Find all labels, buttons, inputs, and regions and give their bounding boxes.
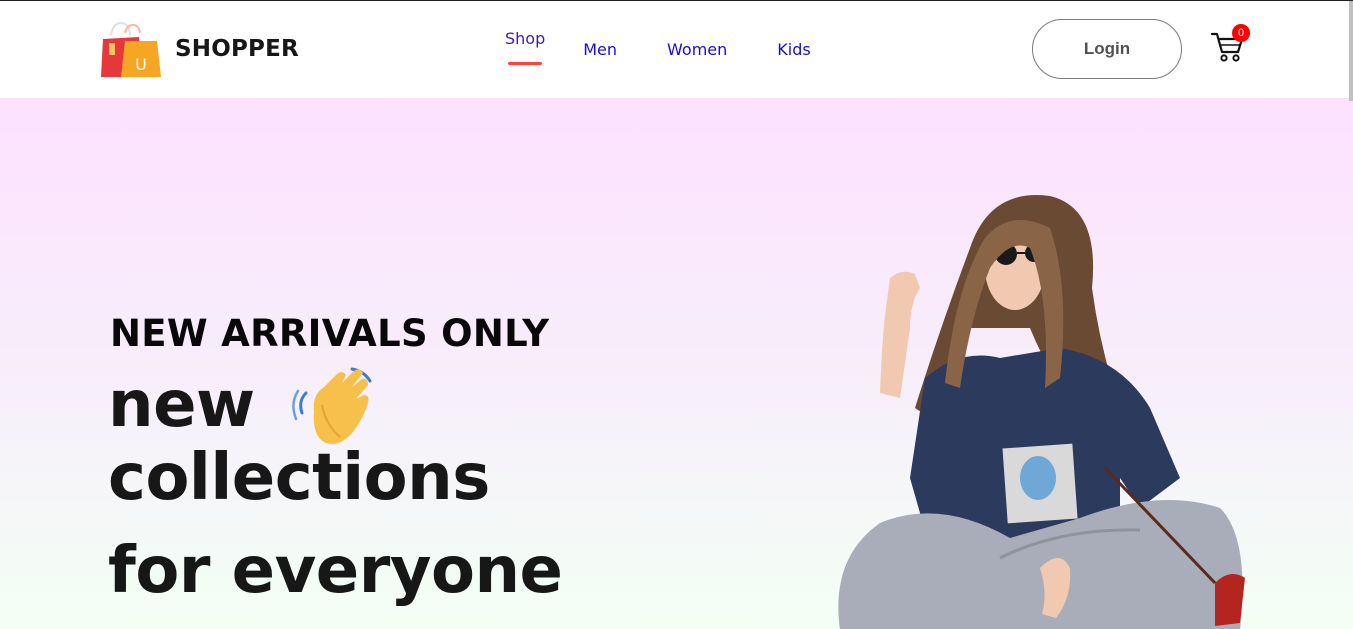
cart-count-badge: 0 (1232, 24, 1250, 42)
brand-name: SHOPPER (175, 36, 299, 62)
nav-item-label: Kids (777, 40, 811, 59)
hero-section: NEW ARRIVALS ONLY new collections for ev… (0, 98, 1353, 629)
nav-item-women[interactable]: Women (667, 40, 727, 59)
hero-headline-line2: collections (108, 441, 490, 515)
hero-headline-line1: new (108, 368, 255, 442)
hero-headline-line3: for everyone (108, 534, 563, 608)
login-button[interactable]: Login (1032, 19, 1182, 79)
navbar: U SHOPPER Shop Men Women Kids Login 0 (0, 1, 1353, 98)
shopping-bag-icon: U (101, 21, 161, 77)
nav-item-label: Men (583, 40, 618, 59)
nav-item-label: Women (667, 40, 728, 59)
hero-tagline: NEW ARRIVALS ONLY (110, 312, 550, 355)
scrollbar[interactable] (1349, 1, 1353, 101)
model-photo (838, 195, 1245, 629)
waving-hand-icon (292, 367, 372, 444)
active-nav-indicator (508, 62, 542, 65)
nav-item-shop[interactable]: Shop (505, 29, 546, 65)
nav-item-kids[interactable]: Kids (777, 40, 810, 59)
svg-text:U: U (135, 55, 147, 74)
brand-logo[interactable]: U SHOPPER (101, 21, 299, 77)
nav-item-men[interactable]: Men (583, 40, 617, 59)
nav-item-label: Shop (505, 29, 546, 48)
main-nav: Shop Men Women Kids (505, 29, 811, 65)
